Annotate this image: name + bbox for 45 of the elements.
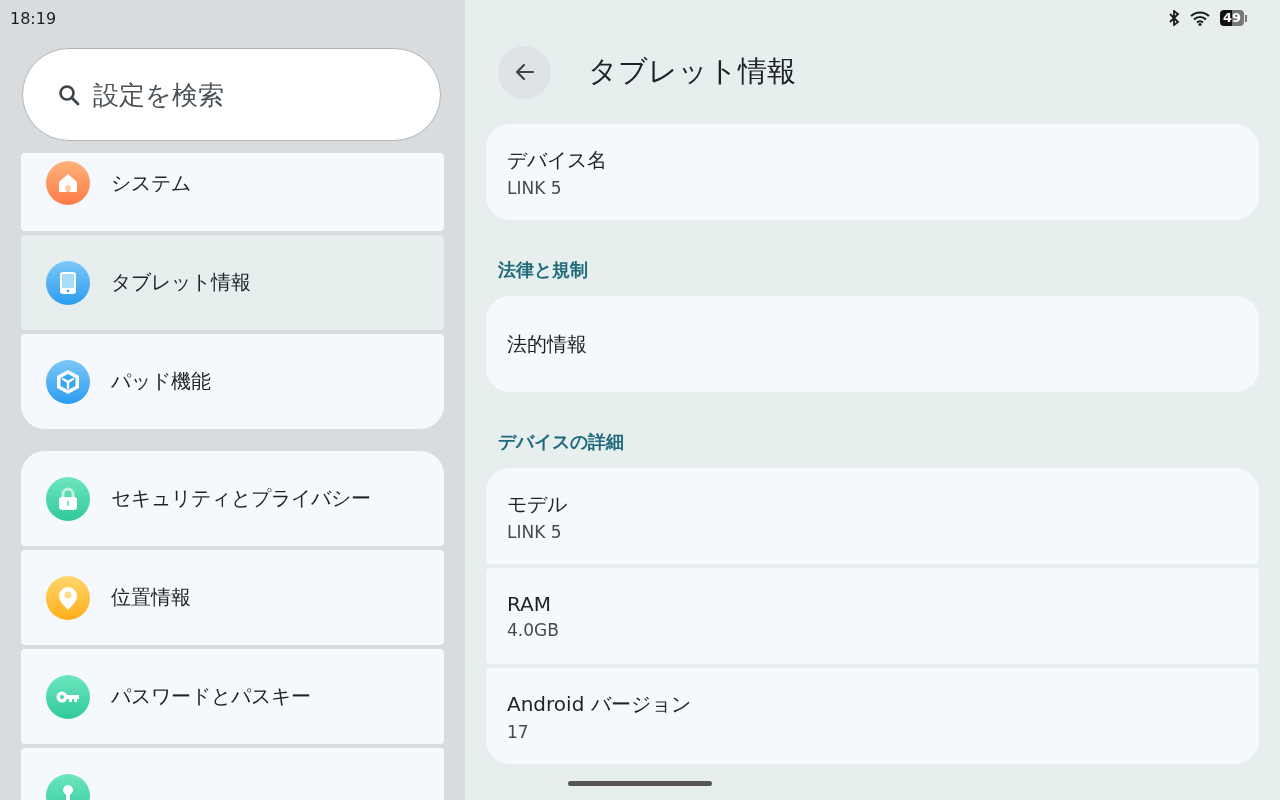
settings-item-label: セキュリティとプライバシー	[111, 485, 371, 512]
info-row[interactable]: デバイス名 LINK 5	[486, 124, 1259, 220]
info-title: RAM	[507, 592, 553, 616]
search-field[interactable]: 設定を検索	[91, 78, 395, 111]
back-button[interactable]	[498, 45, 551, 99]
settings-item[interactable]: パスワードとパスキー	[21, 649, 444, 744]
search-bar[interactable]: 設定を検索	[22, 48, 441, 141]
info-row[interactable]: RAM 4.0GB	[486, 568, 1259, 664]
settings-item-label: 位置情報	[111, 584, 191, 611]
settings-item[interactable]: パッド機能	[21, 334, 444, 429]
section-heading: デバイスの詳細	[497, 430, 625, 454]
info-title: Android バージョン	[507, 690, 692, 718]
lock-icon	[46, 476, 90, 521]
info-row[interactable]: モデル LINK 5	[486, 468, 1259, 564]
battery-indicator: 49	[1219, 10, 1247, 26]
info-value: 17	[507, 721, 530, 742]
info-row[interactable]: Android バージョン 17	[486, 668, 1259, 764]
key-icon	[46, 674, 90, 719]
settings-item-label: パッド機能	[111, 368, 211, 395]
settings-item[interactable]: 位置情報	[21, 550, 444, 645]
bluetooth-icon	[1167, 10, 1180, 26]
tablet-icon	[46, 260, 90, 305]
house-icon	[46, 161, 90, 205]
settings-item[interactable]: タブレット情報	[21, 235, 444, 330]
page-title: タブレット情報	[588, 53, 796, 90]
back-arrow-icon	[513, 61, 536, 83]
search-icon	[57, 82, 81, 107]
info-title: デバイス名	[507, 146, 608, 174]
cube-icon	[46, 359, 90, 404]
wifi-icon	[1189, 10, 1210, 26]
settings-item[interactable]: セキュリティとプライバシー	[21, 451, 444, 546]
settings-item-label: システム	[111, 170, 191, 197]
settings-item-label: タブレット情報	[111, 269, 251, 296]
info-value: LINK 5	[507, 177, 563, 198]
settings-item[interactable]: システム	[21, 153, 444, 231]
location-pin-icon	[46, 575, 90, 620]
settings-item-label: パスワードとパスキー	[111, 683, 311, 710]
info-title: モデル	[507, 490, 568, 518]
info-value: LINK 5	[507, 521, 563, 542]
status-time: 18:19	[10, 8, 57, 28]
info-value: 4.0GB	[507, 620, 560, 640]
navigation-handle[interactable]	[568, 781, 712, 786]
section-heading: 法律と規制	[497, 258, 589, 282]
info-row[interactable]: 法的情報	[486, 296, 1259, 392]
info-title: 法的情報	[507, 330, 588, 358]
